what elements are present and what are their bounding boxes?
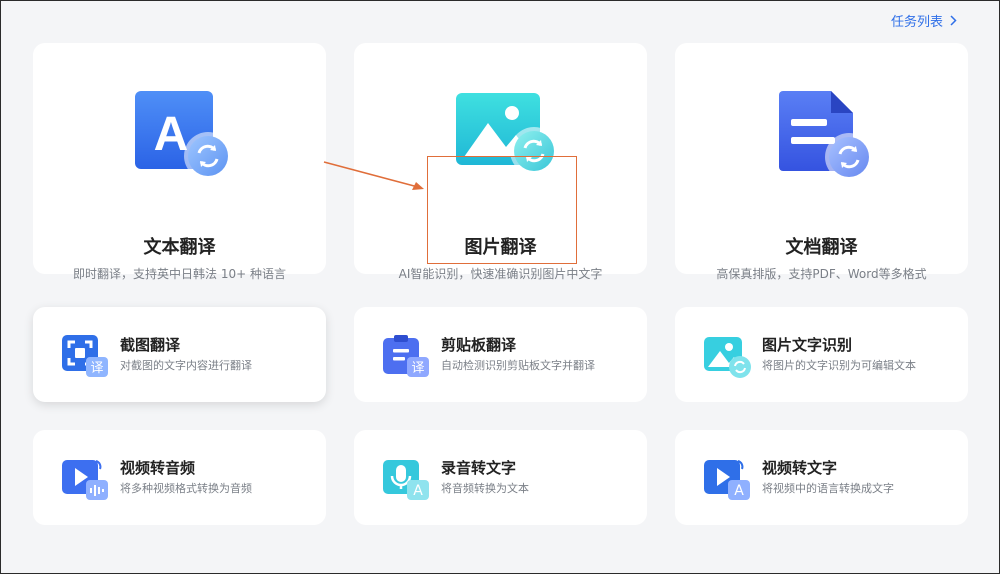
screenshot-translate-card[interactable]: 译 截图翻译 对截图的文字内容进行翻译 bbox=[33, 307, 326, 402]
image-ocr-card[interactable]: 图片文字识别 将图片的文字识别为可编辑文本 bbox=[675, 307, 968, 402]
translate-badge-glyph: 译 bbox=[411, 361, 424, 376]
card-title: 视频转音频 bbox=[120, 459, 196, 477]
card-title: 剪贴板翻译 bbox=[441, 336, 517, 354]
card-desc: 高保真排版，支持PDF、Word等多格式 bbox=[716, 267, 927, 281]
text-translate-card[interactable]: A 文本翻译 即时翻译，支持英中日韩法 10+ 种语言 bbox=[33, 43, 326, 281]
card-title: 图片翻译 bbox=[464, 237, 537, 258]
video-audio-icon bbox=[62, 458, 110, 502]
video-to-audio-card[interactable]: 视频转音频 将多种视频格式转换为音频 bbox=[33, 430, 326, 525]
card-desc: 将图片的文字识别为可编辑文本 bbox=[762, 359, 916, 372]
card-desc: 即时翻译，支持英中日韩法 10+ 种语言 bbox=[73, 267, 286, 281]
clipboard-translate-card[interactable]: 译 剪贴板翻译 自动检测识别剪贴板文字并翻译 bbox=[354, 307, 647, 402]
text-badge-glyph: A bbox=[413, 483, 423, 499]
card-desc: 将多种视频格式转换为音频 bbox=[120, 482, 252, 495]
screenshot-icon: 译 bbox=[62, 335, 110, 379]
card-title: 文本翻译 bbox=[143, 237, 216, 258]
card-title: 截图翻译 bbox=[120, 336, 181, 354]
text-translate-icon: A bbox=[133, 89, 233, 181]
card-title: 录音转文字 bbox=[441, 459, 517, 477]
card-desc: 对截图的文字内容进行翻译 bbox=[120, 359, 252, 372]
card-desc: AI智能识别，快速准确识别图片中文字 bbox=[398, 267, 603, 281]
document-translate-icon bbox=[775, 89, 875, 181]
card-desc: 自动检测识别剪贴板文字并翻译 bbox=[441, 359, 595, 372]
clipboard-icon: 译 bbox=[383, 335, 431, 379]
recording-icon: A bbox=[383, 458, 431, 502]
image-translate-icon bbox=[454, 89, 558, 181]
image-ocr-icon bbox=[704, 335, 752, 379]
card-desc: 将音频转换为文本 bbox=[441, 482, 529, 495]
card-desc: 将视频中的语言转换成文字 bbox=[762, 482, 894, 495]
card-title: 文档翻译 bbox=[785, 237, 858, 258]
video-to-text-card[interactable]: A 视频转文字 将视频中的语言转换成文字 bbox=[675, 430, 968, 525]
task-list-link[interactable]: 任务列表 bbox=[891, 11, 957, 30]
text-badge-glyph: A bbox=[734, 483, 744, 499]
recording-to-text-card[interactable]: A 录音转文字 将音频转换为文本 bbox=[354, 430, 647, 525]
document-translate-card[interactable]: 文档翻译 高保真排版，支持PDF、Word等多格式 bbox=[675, 43, 968, 281]
card-title: 视频转文字 bbox=[762, 459, 838, 477]
letter-a-glyph: A bbox=[154, 108, 189, 161]
image-translate-card[interactable]: 图片翻译 AI智能识别，快速准确识别图片中文字 bbox=[354, 43, 647, 281]
translate-badge-glyph: 译 bbox=[90, 361, 103, 376]
chevron-right-icon bbox=[950, 14, 957, 26]
task-list-label: 任务列表 bbox=[891, 14, 944, 30]
card-title: 图片文字识别 bbox=[762, 336, 853, 354]
video-text-icon: A bbox=[704, 458, 752, 502]
